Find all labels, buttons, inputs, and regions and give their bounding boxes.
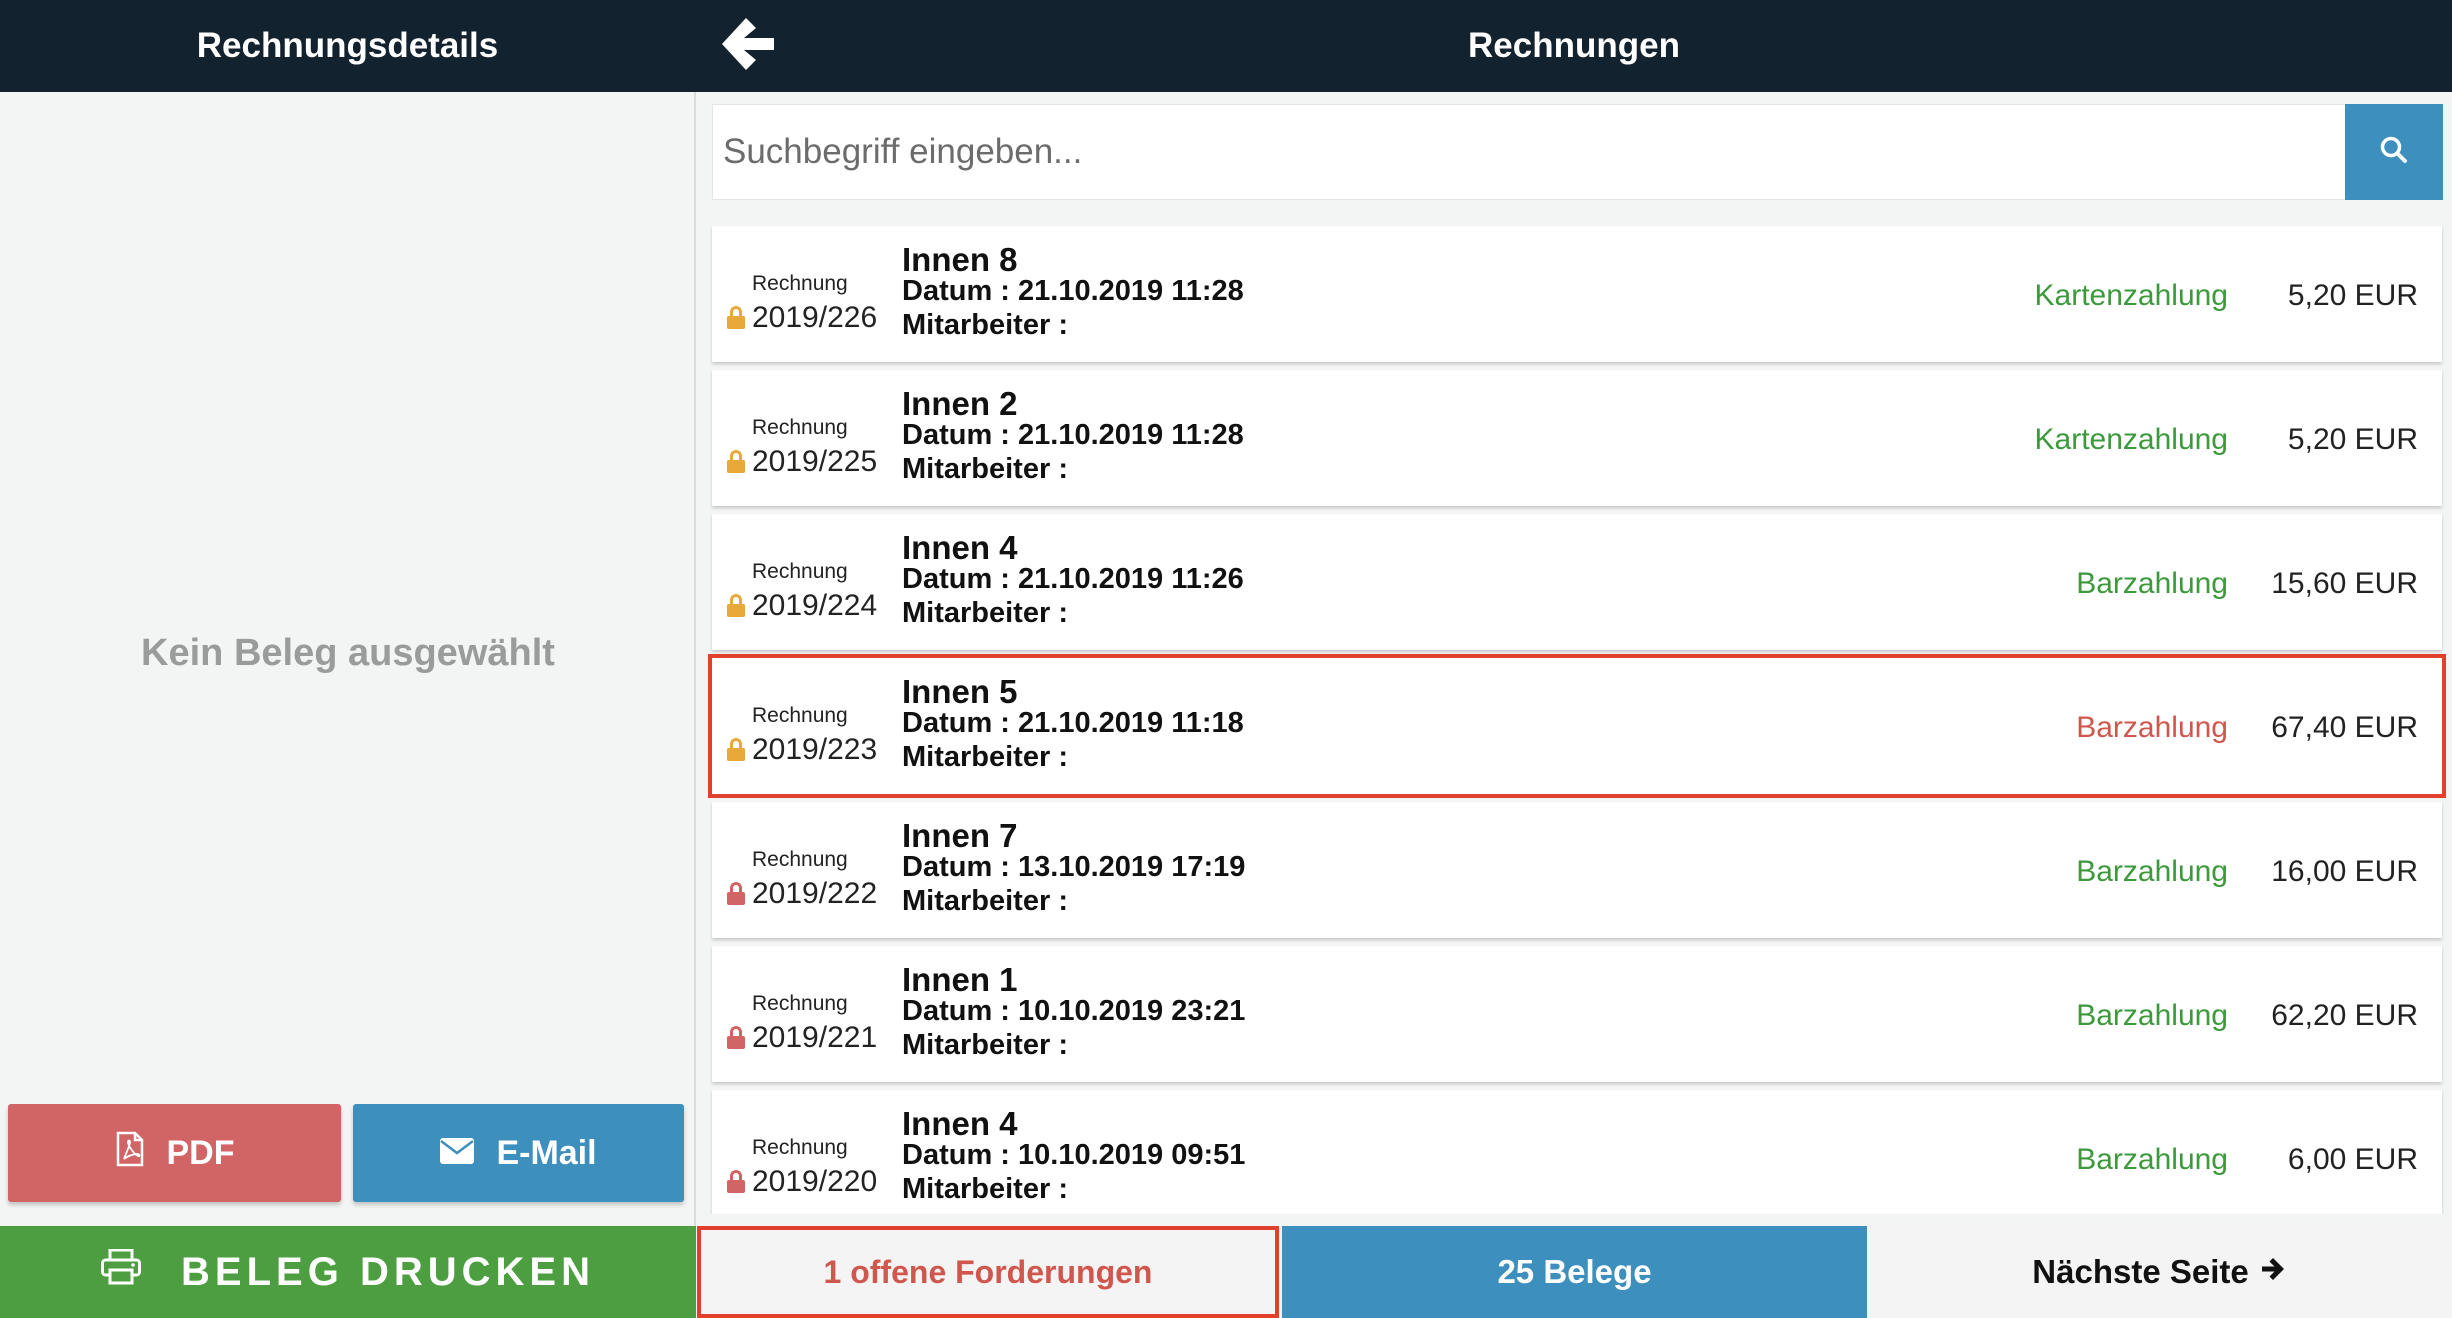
invoice-type-label: Rechnung (752, 560, 848, 583)
invoice-number: 2019/222 (752, 877, 878, 910)
invoice-date: Datum : 21.10.2019 11:28 (902, 419, 1244, 451)
invoice-row[interactable]: Rechnung 2019/224 Innen 4 Datum : 21.10.… (712, 514, 2442, 650)
payment-method: Barzahlung (2076, 711, 2228, 744)
invoice-type-label: Rechnung (752, 992, 848, 1015)
back-arrow-icon[interactable] (716, 12, 780, 76)
invoice-row[interactable]: Rechnung 2019/226 Innen 8 Datum : 21.10.… (712, 226, 2442, 362)
invoice-date: Datum : 13.10.2019 17:19 (902, 851, 1246, 883)
invoice-amount: 62,20 EUR (2271, 999, 2418, 1032)
invoice-type-label: Rechnung (752, 272, 848, 295)
invoice-row[interactable]: Rechnung 2019/225 Innen 2 Datum : 21.10.… (712, 370, 2442, 506)
invoice-row[interactable]: Rechnung 2019/220 Innen 4 Datum : 10.10.… (712, 1090, 2442, 1214)
open-claims-button[interactable]: 1 offene Forderungen (697, 1226, 1279, 1318)
lock-icon (726, 1026, 746, 1050)
invoice-number: 2019/223 (752, 733, 878, 766)
invoice-number: 2019/226 (752, 301, 878, 334)
payment-method: Barzahlung (2076, 567, 2228, 600)
invoice-employee: Mitarbeiter : (902, 309, 1068, 341)
invoice-number: 2019/221 (752, 1021, 878, 1054)
invoice-amount: 67,40 EUR (2271, 711, 2418, 744)
print-receipt-button[interactable]: BELEG DRUCKEN (0, 1226, 696, 1318)
pdf-button-label: PDF (166, 1133, 235, 1172)
payment-method: Kartenzahlung (2034, 423, 2228, 456)
invoice-employee: Mitarbeiter : (902, 1029, 1068, 1061)
email-button-label: E-Mail (496, 1133, 597, 1172)
lock-icon (726, 1170, 746, 1194)
search-icon (2378, 134, 2410, 171)
print-receipt-label: BELEG DRUCKEN (181, 1249, 595, 1294)
invoice-date: Datum : 21.10.2019 11:18 (902, 707, 1244, 739)
table-name: Innen 4 (902, 529, 1018, 566)
invoice-employee: Mitarbeiter : (902, 597, 1068, 629)
pdf-button[interactable]: PDF (8, 1104, 341, 1202)
envelope-icon (440, 1134, 475, 1173)
invoices-title: Rechnungen (1468, 26, 1680, 65)
details-panel: Kein Beleg ausgewählt PDF E-Mail (0, 92, 696, 1226)
lock-icon (726, 450, 746, 474)
invoice-number: 2019/224 (752, 589, 878, 622)
lock-icon (726, 882, 746, 906)
table-name: Innen 2 (902, 385, 1018, 422)
next-page-label: Nächste Seite (2032, 1253, 2249, 1290)
invoice-employee: Mitarbeiter : (902, 741, 1068, 773)
invoice-date: Datum : 10.10.2019 23:21 (902, 995, 1246, 1027)
invoice-row[interactable]: Rechnung 2019/221 Innen 1 Datum : 10.10.… (712, 946, 2442, 1082)
email-button[interactable]: E-Mail (353, 1104, 684, 1202)
invoice-employee: Mitarbeiter : (902, 1173, 1068, 1205)
invoice-amount: 6,00 EUR (2287, 1143, 2418, 1176)
arrow-right-icon (2259, 1253, 2287, 1291)
lock-icon (726, 306, 746, 330)
invoice-type-label: Rechnung (752, 1136, 848, 1159)
payment-method: Barzahlung (2076, 855, 2228, 888)
invoice-amount: 5,20 EUR (2287, 423, 2418, 456)
invoice-list: Rechnung 2019/226 Innen 8 Datum : 21.10.… (700, 212, 2452, 1214)
payment-method: Barzahlung (2076, 999, 2228, 1032)
invoice-employee: Mitarbeiter : (902, 453, 1068, 485)
lock-icon (726, 594, 746, 618)
table-name: Innen 8 (902, 241, 1018, 278)
payment-method: Kartenzahlung (2034, 279, 2228, 312)
invoice-amount: 16,00 EUR (2271, 855, 2418, 888)
table-name: Innen 4 (902, 1105, 1018, 1142)
next-page-button[interactable]: Nächste Seite (1867, 1226, 2452, 1318)
invoice-date: Datum : 10.10.2019 09:51 (902, 1139, 1246, 1171)
invoice-type-label: Rechnung (752, 416, 848, 439)
empty-selection-message: Kein Beleg ausgewählt (141, 632, 555, 674)
details-title: Rechnungsdetails (196, 26, 499, 65)
pdf-file-icon (115, 1131, 145, 1176)
top-bar: Rechnungsdetails Rechnungen (0, 0, 2452, 92)
invoice-type-label: Rechnung (752, 704, 848, 727)
payment-method: Barzahlung (2076, 1143, 2228, 1176)
invoice-number: 2019/225 (752, 445, 878, 478)
receipt-count-button[interactable]: 25 Belege (1282, 1226, 1867, 1318)
invoice-row[interactable]: Rechnung 2019/222 Innen 7 Datum : 13.10.… (712, 802, 2442, 938)
invoice-number: 2019/220 (752, 1165, 878, 1198)
lock-icon (726, 738, 746, 762)
printer-icon (101, 1248, 142, 1295)
table-name: Innen 5 (902, 673, 1018, 710)
invoice-type-label: Rechnung (752, 848, 848, 871)
invoice-amount: 15,60 EUR (2271, 567, 2418, 600)
invoice-amount: 5,20 EUR (2287, 279, 2418, 312)
invoice-employee: Mitarbeiter : (902, 885, 1068, 917)
invoice-row[interactable]: Rechnung 2019/223 Innen 5 Datum : 21.10.… (708, 654, 2446, 798)
search-bar (712, 104, 2443, 200)
search-button[interactable] (2345, 104, 2443, 200)
table-name: Innen 7 (902, 817, 1018, 854)
table-name: Innen 1 (902, 961, 1018, 998)
invoice-date: Datum : 21.10.2019 11:26 (902, 563, 1244, 595)
invoice-date: Datum : 21.10.2019 11:28 (902, 275, 1244, 307)
search-input[interactable] (713, 105, 2345, 199)
